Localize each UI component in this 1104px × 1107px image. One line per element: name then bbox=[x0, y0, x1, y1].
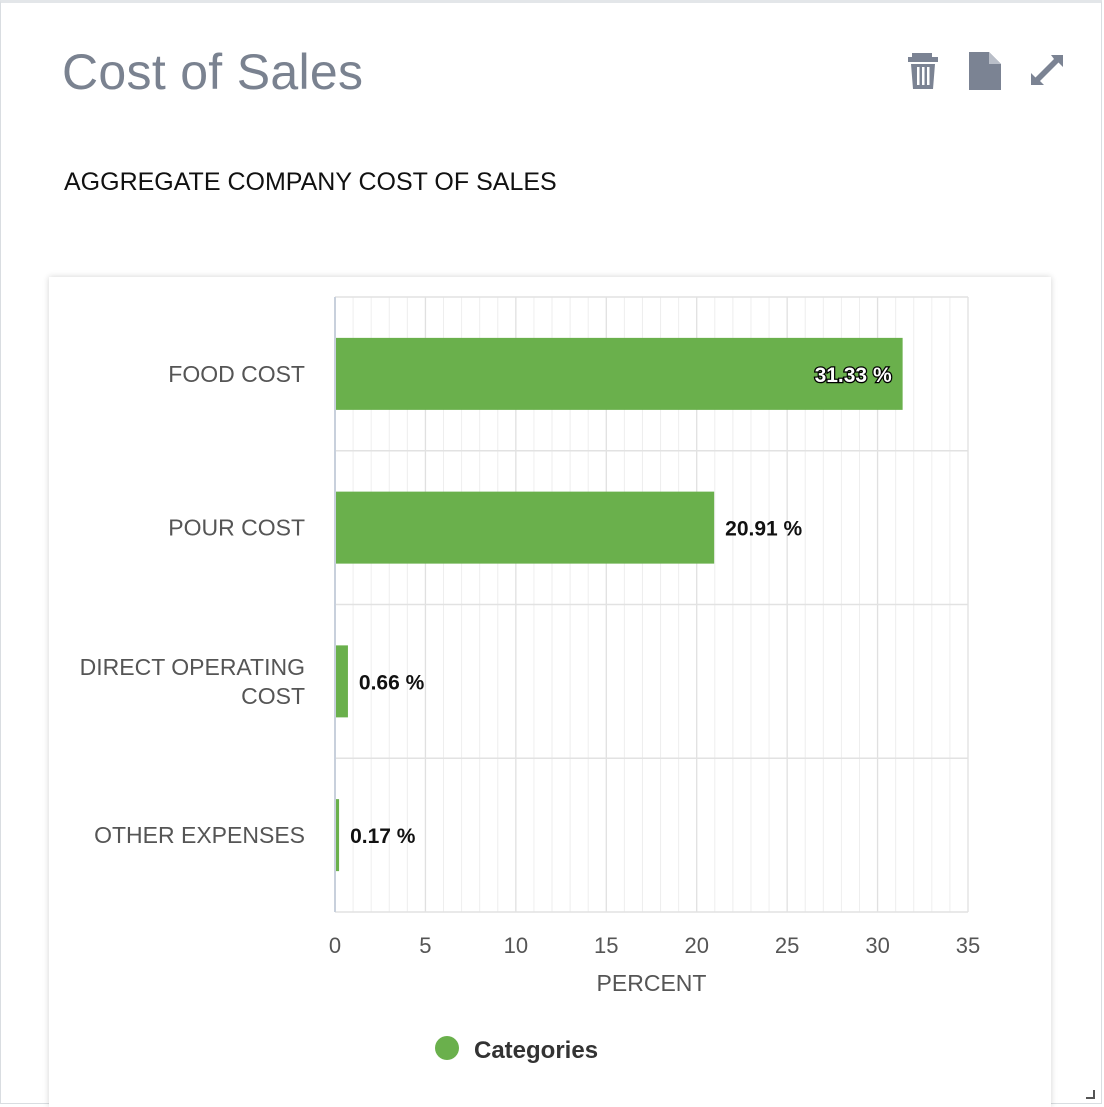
category-label: OTHER EXPENSES bbox=[94, 822, 305, 848]
x-tick-label: 15 bbox=[594, 933, 618, 958]
data-label: 31.33 % bbox=[815, 364, 892, 387]
legend-label: Categories bbox=[474, 1037, 598, 1064]
x-tick-label: 10 bbox=[504, 933, 528, 958]
x-tick-label: 5 bbox=[419, 933, 431, 958]
delete-button[interactable] bbox=[901, 49, 945, 93]
expand-icon bbox=[1031, 55, 1063, 85]
bar-chart: 31.33 % FOOD COST 20.91 % POUR COST 0.66 % DI… bbox=[80, 296, 980, 1064]
x-tick-label: 20 bbox=[684, 933, 708, 958]
expand-button[interactable] bbox=[1025, 49, 1069, 93]
export-button[interactable] bbox=[963, 49, 1007, 93]
bar bbox=[336, 645, 348, 718]
chart-panel: 31.33 % FOOD COST 20.91 % POUR COST 0.66 % DI… bbox=[49, 277, 1051, 1107]
x-tick-label: 0 bbox=[329, 933, 341, 958]
widget-toolbar bbox=[901, 49, 1071, 93]
chart-subtitle: AGGREGATE COMPANY COST OF SALES bbox=[64, 168, 557, 196]
document-icon bbox=[969, 52, 1001, 90]
resize-grip-icon[interactable] bbox=[1084, 1088, 1096, 1100]
widget-title: Cost of Sales bbox=[62, 44, 364, 100]
x-axis-title: PERCENT bbox=[597, 970, 707, 996]
x-tick-label: 25 bbox=[775, 933, 799, 958]
category-label: DIRECT OPERATING COST bbox=[80, 654, 305, 709]
data-label: 0.17 % bbox=[350, 825, 416, 848]
bar bbox=[336, 799, 340, 872]
legend-marker bbox=[435, 1036, 459, 1060]
category-label: FOOD COST bbox=[168, 361, 305, 387]
data-label: 20.91 % bbox=[725, 518, 802, 541]
data-label: 0.66 % bbox=[359, 671, 425, 694]
trash-icon bbox=[908, 53, 938, 89]
x-tick-label: 35 bbox=[956, 933, 980, 958]
x-tick-label: 30 bbox=[865, 933, 889, 958]
bar bbox=[336, 491, 715, 564]
category-label: POUR COST bbox=[168, 515, 305, 541]
